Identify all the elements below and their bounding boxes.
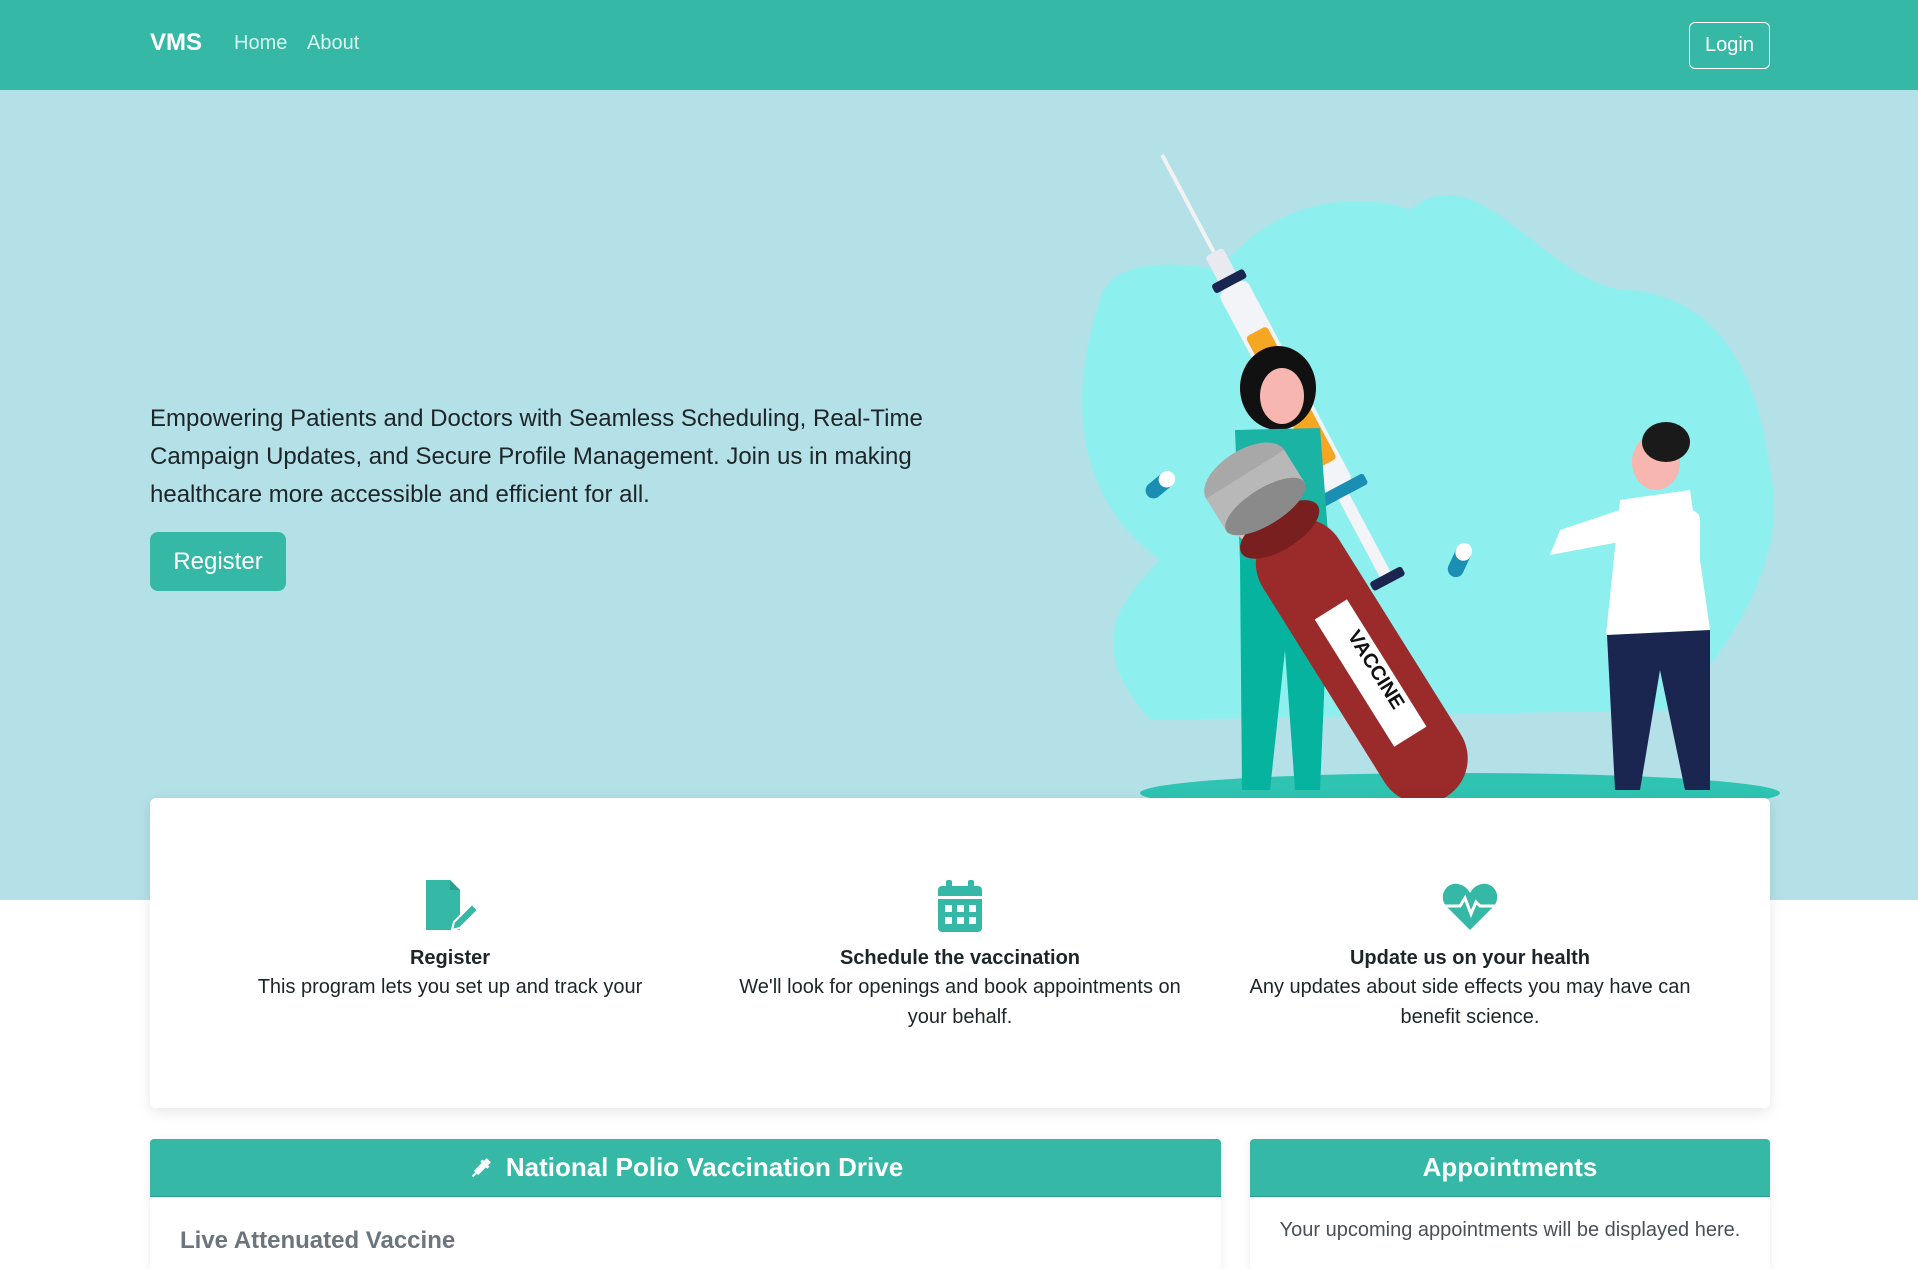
feature-title: Update us on your health bbox=[1349, 947, 1591, 969]
navbar: VMS Home About Login bbox=[0, 0, 1918, 90]
vaccination-drive-card: National Polio Vaccination Drive Live At… bbox=[150, 1139, 1221, 1269]
appointments-empty-message: Your upcoming appointments will be displ… bbox=[1279, 1219, 1741, 1241]
brand-logo[interactable]: VMS bbox=[150, 29, 202, 57]
feature-description: Any updates about side effects you may h… bbox=[1249, 976, 1691, 1028]
calendar-icon bbox=[938, 880, 982, 932]
heart-pulse-icon bbox=[1442, 883, 1498, 930]
drive-card-header: National Polio Vaccination Drive bbox=[150, 1139, 1221, 1197]
feature-title: Register bbox=[409, 947, 491, 969]
hero-tagline: Empowering Patients and Doctors with Sea… bbox=[150, 405, 923, 508]
feature-health: Update us on your health Any updates abo… bbox=[1240, 878, 1700, 1032]
features-card: Register This program lets you set up an… bbox=[150, 798, 1770, 1108]
drive-card-title: National Polio Vaccination Drive bbox=[505, 1152, 904, 1182]
feature-register: Register This program lets you set up an… bbox=[220, 878, 680, 1002]
nav-link-about[interactable]: About bbox=[307, 32, 359, 55]
feature-schedule: Schedule the vaccination We'll look for … bbox=[730, 878, 1190, 1032]
file-signature-icon bbox=[426, 880, 480, 932]
vaccine-illustration: VACCINE bbox=[1082, 153, 1780, 810]
feature-title: Schedule the vaccination bbox=[839, 947, 1081, 969]
appointments-card-header: Appointments bbox=[1250, 1139, 1770, 1197]
appointments-card: Appointments Your upcoming appointments … bbox=[1250, 1139, 1770, 1269]
appointments-card-title: Appointments bbox=[1422, 1152, 1598, 1182]
syringe-icon bbox=[471, 1157, 491, 1177]
login-button[interactable]: Login bbox=[1689, 22, 1770, 69]
feature-description: This program lets you set up and track y… bbox=[257, 976, 643, 998]
register-button[interactable]: Register bbox=[150, 532, 286, 591]
hero-section: Empowering Patients and Doctors with Sea… bbox=[0, 90, 1918, 900]
nav-link-home[interactable]: Home bbox=[234, 32, 287, 55]
feature-description: We'll look for openings and book appoint… bbox=[739, 976, 1181, 1028]
